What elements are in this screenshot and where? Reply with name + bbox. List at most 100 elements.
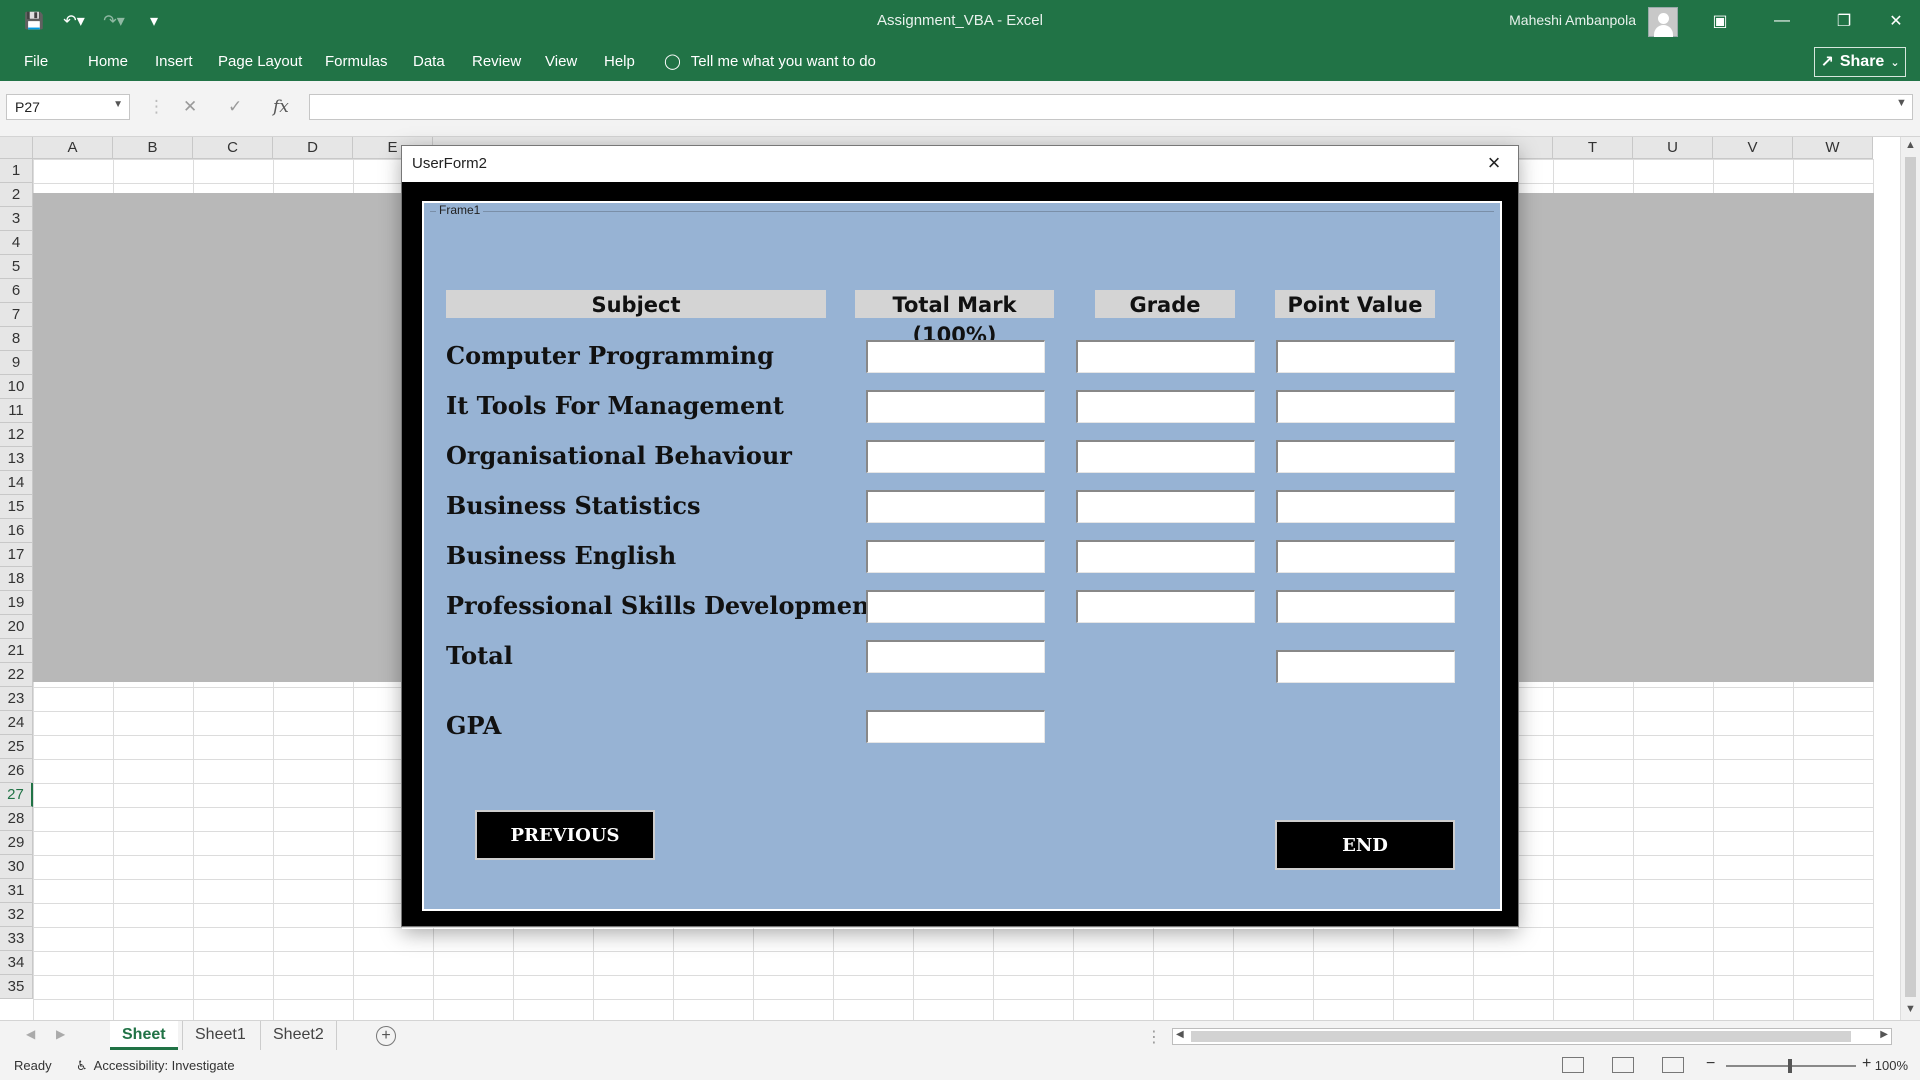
grade-input[interactable] [1076,340,1255,373]
tab-page-layout[interactable]: Page Layout [218,53,302,70]
total-mark-input[interactable] [866,340,1045,373]
point-value-input[interactable] [1276,540,1455,573]
name-box[interactable]: P27 ▼ [6,94,130,120]
tab-help[interactable]: Help [604,53,635,70]
row-header[interactable]: 2 [0,183,33,207]
expand-formula-icon[interactable]: ▼ [1896,97,1907,109]
zoom-out-icon[interactable]: − [1706,1055,1715,1073]
scroll-down-icon[interactable]: ▼ [1905,1003,1916,1015]
close-window-icon[interactable]: ✕ [1876,6,1916,36]
column-header[interactable]: V [1713,137,1793,159]
split-handle-icon[interactable]: ⋮ [1146,1027,1162,1047]
column-header[interactable]: C [193,137,273,159]
row-header[interactable]: 35 [0,975,33,999]
total-mark-input[interactable] [866,390,1045,423]
zoom-slider[interactable] [1726,1059,1856,1073]
row-header[interactable]: 18 [0,567,33,591]
total-point-value-input[interactable] [1276,650,1455,683]
userform-title-bar[interactable]: UserForm2 × [402,146,1518,182]
row-header[interactable]: 19 [0,591,33,615]
row-header[interactable]: 5 [0,255,33,279]
column-header[interactable]: T [1553,137,1633,159]
restore-icon[interactable]: ❐ [1824,6,1864,36]
tab-data[interactable]: Data [413,53,445,70]
avatar[interactable] [1648,7,1678,37]
row-header[interactable]: 13 [0,447,33,471]
row-header[interactable]: 30 [0,855,33,879]
row-header[interactable]: 14 [0,471,33,495]
scroll-left-icon[interactable]: ◀ [1176,1029,1184,1040]
row-header[interactable]: 29 [0,831,33,855]
point-value-input[interactable] [1276,340,1455,373]
total-mark-input[interactable] [866,440,1045,473]
row-header[interactable]: 4 [0,231,33,255]
insert-function-icon[interactable]: fx [273,97,289,117]
end-button[interactable]: END [1275,820,1455,870]
column-header[interactable]: D [273,137,353,159]
normal-view-icon[interactable] [1562,1057,1584,1073]
scroll-up-icon[interactable]: ▲ [1905,139,1916,151]
column-header[interactable]: B [113,137,193,159]
sheet-tab[interactable]: Sheet [110,1021,178,1050]
tab-insert[interactable]: Insert [155,53,193,70]
chevron-down-icon[interactable]: ▼ [113,99,123,110]
add-sheet-icon[interactable]: + [376,1026,396,1046]
sheet-tab[interactable]: Sheet2 [260,1021,337,1050]
scroll-thumb[interactable] [1191,1031,1851,1042]
row-header[interactable]: 10 [0,375,33,399]
cancel-icon[interactable]: ✕ [183,97,197,117]
tab-formulas[interactable]: Formulas [325,53,388,70]
row-header[interactable]: 26 [0,759,33,783]
point-value-input[interactable] [1276,440,1455,473]
grade-input[interactable] [1076,390,1255,423]
row-header[interactable]: 32 [0,903,33,927]
previous-button[interactable]: PREVIOUS [475,810,655,860]
grade-input[interactable] [1076,590,1255,623]
grade-input[interactable] [1076,440,1255,473]
close-icon[interactable]: × [1482,152,1506,176]
select-all-corner[interactable] [0,137,33,159]
user-name[interactable]: Maheshi Ambanpola [1509,12,1636,28]
point-value-input[interactable] [1276,390,1455,423]
row-header[interactable]: 34 [0,951,33,975]
row-header[interactable]: 33 [0,927,33,951]
column-header[interactable]: W [1793,137,1873,159]
horizontal-scrollbar[interactable]: ◀ ▶ [1172,1028,1892,1045]
row-header[interactable]: 28 [0,807,33,831]
row-header[interactable]: 11 [0,399,33,423]
total-mark-input[interactable] [866,590,1045,623]
point-value-input[interactable] [1276,590,1455,623]
formula-input[interactable] [309,94,1913,120]
row-header[interactable]: 27 [0,783,33,807]
next-sheet-icon[interactable]: ▶ [56,1027,65,1041]
point-value-input[interactable] [1276,490,1455,523]
row-header[interactable]: 24 [0,711,33,735]
ribbon-display-icon[interactable]: ▣ [1700,6,1740,36]
zoom-level[interactable]: 100% [1875,1058,1908,1073]
enter-icon[interactable]: ✓ [228,97,242,117]
tab-review[interactable]: Review [472,53,521,70]
page-break-view-icon[interactable] [1662,1057,1684,1073]
row-header[interactable]: 3 [0,207,33,231]
minimize-icon[interactable]: — [1762,6,1802,36]
grade-input[interactable] [1076,490,1255,523]
tell-me-search[interactable]: ◯ Tell me what you want to do [664,52,876,71]
row-header[interactable]: 20 [0,615,33,639]
row-header[interactable]: 17 [0,543,33,567]
accessibility-status[interactable]: ♿ Accessibility: Investigate [76,1058,235,1074]
tab-file[interactable]: File [24,53,48,70]
row-header[interactable]: 31 [0,879,33,903]
total-input[interactable] [866,640,1045,673]
sheet-tab[interactable]: Sheet1 [182,1021,258,1050]
grade-input[interactable] [1076,540,1255,573]
row-header[interactable]: 7 [0,303,33,327]
row-header[interactable]: 12 [0,423,33,447]
row-header[interactable]: 1 [0,159,33,183]
total-mark-input[interactable] [866,540,1045,573]
scroll-right-icon[interactable]: ▶ [1880,1029,1888,1040]
row-header[interactable]: 6 [0,279,33,303]
gpa-input[interactable] [866,710,1045,743]
total-mark-input[interactable] [866,490,1045,523]
row-header[interactable]: 9 [0,351,33,375]
row-header[interactable]: 15 [0,495,33,519]
